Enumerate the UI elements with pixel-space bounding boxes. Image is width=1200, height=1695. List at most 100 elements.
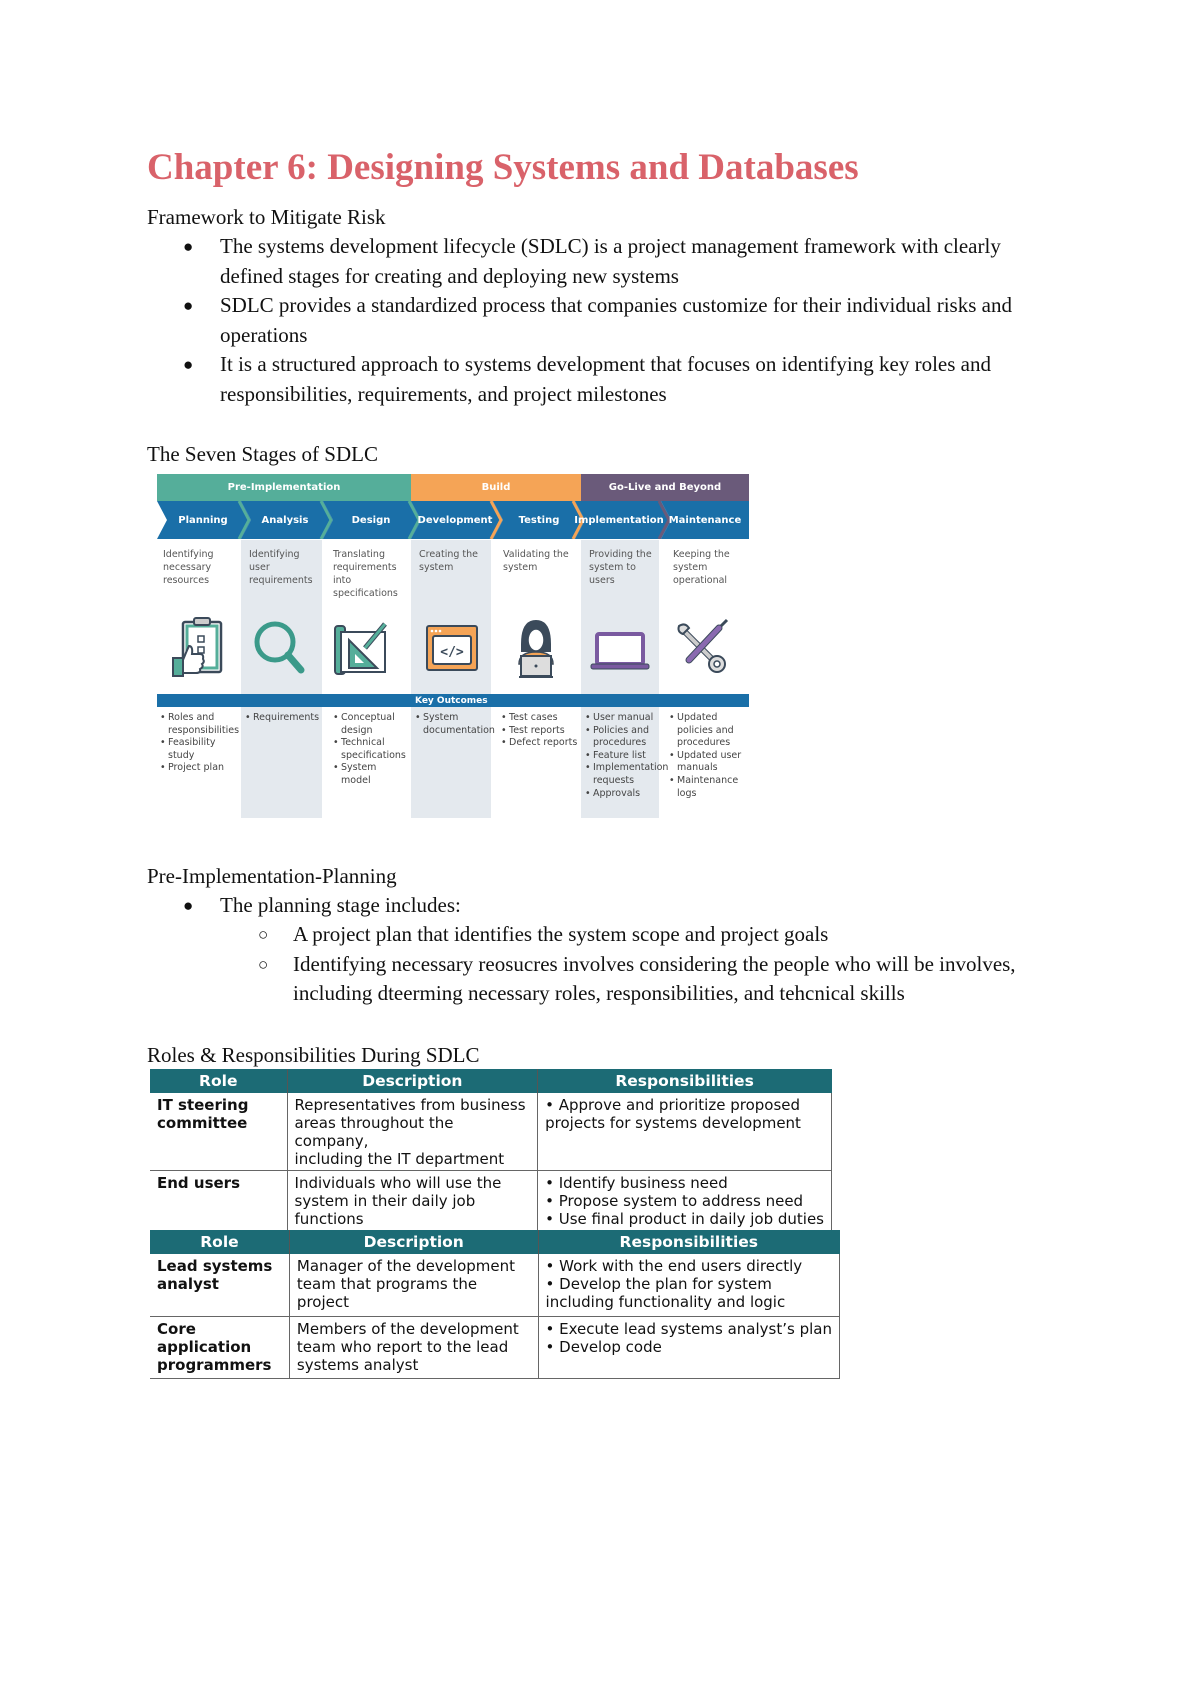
stage-analysis: Analysis [261,514,309,526]
description-cell: Members of the development team who repor… [288,1316,539,1379]
column-header-role: Role [150,1069,288,1093]
list-item: Updated user manuals [669,750,745,775]
stage-chevron-row: Planning Analysis Design Development Tes… [157,501,753,539]
outcomes-list: Updated policies and procedures Updated … [669,712,745,800]
key-outcomes-bar: Key Outcomes [157,694,749,707]
list-item: Test cases [501,712,579,725]
stage-testing: Testing [518,514,560,526]
hollow-bullet-icon: ○ [258,925,269,944]
column-header-responsibilities: Responsibilities [538,1230,841,1254]
list-item: System documentation [415,712,495,737]
list-item: ● It is a structured approach to systems … [183,352,991,406]
wrench-screwdriver-icon [667,614,737,684]
description-cell: Manager of the development team that prog… [288,1254,539,1317]
stage-design: Design [351,514,391,526]
responsibilities-cell: • Approve and prioritize proposed project… [537,1093,832,1171]
list-item: ● SDLC provides a standardized process th… [183,293,1012,347]
outcomes-list: User manual Policies and procedures Feat… [585,712,668,801]
stage-maintenance: Maintenance [668,514,742,526]
role-cell: Core application programmers [150,1316,290,1379]
phase-pre-implementation: Pre-Implementation [157,474,411,501]
description-cell: Representatives from business areas throu… [286,1093,539,1171]
bullet-icon: ● [183,237,194,256]
roles-table-1: Role Description Responsibilities IT ste… [150,1069,832,1232]
list-item: Feasibility study [160,737,240,762]
outcomes-list: Roles and responsibilities Feasibility s… [160,712,240,775]
table-row: Lead systems analyst Manager of the devel… [150,1254,841,1317]
column-header-responsibilities: Responsibilities [537,1069,832,1093]
stage-description: Translating requirements into specificat… [333,549,398,599]
roles-table-2: Role Description Responsibilities Lead s… [150,1230,841,1379]
phase-build: Build [411,474,581,501]
list-item: ○ A project plan that identifies the syst… [147,920,1016,950]
list-item: Project plan [160,762,240,775]
list-item: Approvals [585,788,661,801]
section-heading-framework: Framework to Mitigate Risk [147,205,386,229]
bullet-icon: ● [183,296,194,315]
stage-description: Identifying user requirements [249,549,313,586]
blueprint-triangle-pencil-icon [327,614,397,684]
planning-sub-list: ○ A project plan that identifies the syst… [147,920,1016,1009]
list-item: Updated policies and procedures [669,712,745,750]
stage-implementation: Implementation [574,514,664,526]
column-header-role: Role [150,1230,290,1254]
list-item: Maintenance logs [669,775,745,800]
outcomes-list: System documentation [415,712,495,737]
outcomes-list: Conceptual design Technical specificatio… [333,712,409,788]
list-item: User manual [585,712,661,725]
list-item: Requirements [245,712,323,725]
column-header-description: Description [289,1230,539,1254]
laptop-icon [585,614,655,684]
stage-description: Providing the system to users [589,549,652,586]
bullet-icon: ● [183,896,194,915]
role-cell: Lead systems analyst [150,1254,290,1317]
list-item: ● The planning stage includes: [147,891,461,921]
magnifying-glass-icon [245,614,315,684]
section-heading-roles: Roles & Responsibilities During SDLC [147,1043,480,1067]
outcomes-list: Test cases Test reports Defect reports [501,712,579,750]
responsibilities-cell: • Execute lead systems analyst’s plan • D… [537,1316,841,1379]
responsibilities-cell: • Identify business need • Propose system… [537,1170,832,1232]
stage-description: Identifying necessary resources [163,549,214,586]
code-window-icon: </> [419,614,489,684]
table-row: End users Individuals who will use the sy… [150,1170,832,1232]
responsibilities-cell: • Work with the end users directly • Deve… [537,1254,841,1317]
stage-description: Validating the system [503,549,569,573]
list-item: ● The systems development lifecycle (SDLC… [183,234,1001,288]
table-header-row: Role Description Responsibilities [150,1069,832,1093]
table-row: IT steering committee Representatives fro… [150,1093,832,1171]
list-item: ○ Identifying necessary reosucres involve… [258,951,1016,1006]
framework-bullet-list: ● The systems development lifecycle (SDLC… [147,232,1012,409]
outcomes-list: Requirements [245,712,323,725]
document-page: Chapter 6: Designing Systems and Databas… [0,0,1200,1695]
phase-go-live: Go-Live and Beyond [581,474,749,501]
column-header-description: Description [287,1069,539,1093]
list-item: Feature list [585,750,661,763]
stage-description: Keeping the system operational [673,549,730,586]
bullet-icon: ● [183,355,194,374]
stage-development: Development [417,514,493,526]
list-item: Roles and responsibilities [160,712,240,737]
table-row: Core application programmers Members of t… [150,1316,841,1379]
stage-planning: Planning [178,514,228,526]
role-cell: IT steering committee [150,1093,288,1171]
sdlc-diagram: Pre-Implementation Build Go-Live and Bey… [157,474,753,818]
person-laptop-icon [501,614,571,684]
list-item: Conceptual design [333,712,409,737]
list-item: Policies and procedures [585,725,661,750]
stage-description: Creating the system [419,549,479,573]
list-item: Test reports [501,725,579,738]
page-title: Chapter 6: Designing Systems and Databas… [147,147,859,188]
svg-text:</>: </> [440,645,464,660]
section-heading-seven-stages: The Seven Stages of SDLC [147,442,378,466]
table-header-row: Role Description Responsibilities [150,1230,841,1254]
clipboard-thumbs-up-icon [163,614,233,684]
planning-bullet-list: ● The planning stage includes: [147,891,461,921]
list-item: Defect reports [501,737,579,750]
description-cell: Individuals who will use the system in th… [286,1170,539,1232]
role-cell: End users [150,1170,288,1232]
hollow-bullet-icon: ○ [258,954,269,974]
list-item: System model [333,762,409,787]
section-heading-planning: Pre-Implementation-Planning [147,864,397,888]
list-item: Technical specifications [333,737,409,762]
